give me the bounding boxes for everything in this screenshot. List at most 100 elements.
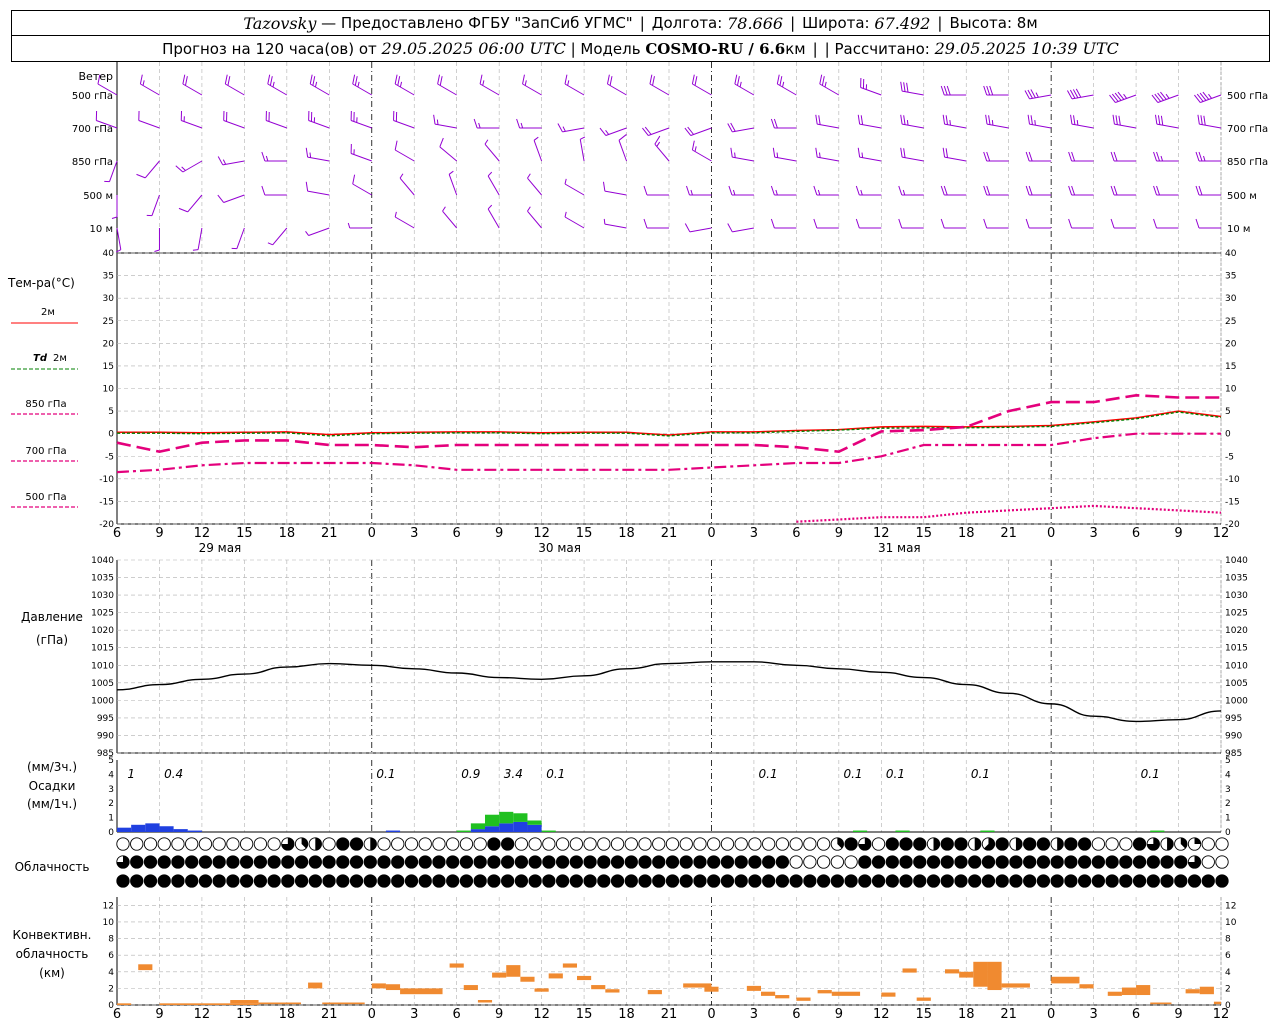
cloud-cover-symbol bbox=[816, 837, 831, 851]
barb-half-flag bbox=[478, 122, 481, 129]
cloud-cover-symbol bbox=[926, 874, 941, 888]
barb-staff bbox=[692, 149, 712, 162]
barb-flag bbox=[437, 74, 441, 85]
cloud-cover-symbol bbox=[1091, 837, 1106, 851]
cloud-fill bbox=[556, 874, 569, 888]
barb-staff bbox=[1156, 123, 1179, 129]
cloud-circle bbox=[473, 837, 487, 851]
wind-barb bbox=[182, 74, 203, 96]
temp-tick-label: 35 bbox=[103, 272, 114, 282]
x-tick-label: 3 bbox=[410, 526, 418, 541]
wind-barb bbox=[900, 147, 924, 162]
barb-flag bbox=[815, 147, 818, 158]
pressure-unit: (гПа) bbox=[36, 633, 68, 647]
cloud-fill bbox=[556, 855, 569, 869]
wind-barb bbox=[522, 74, 542, 96]
wind-barb bbox=[983, 85, 1009, 96]
cloud-cover-symbol bbox=[157, 837, 171, 851]
wind-barb bbox=[770, 218, 797, 229]
barb-staff bbox=[182, 160, 203, 173]
barb-flag bbox=[946, 85, 951, 96]
cloud-fill bbox=[1194, 837, 1201, 844]
barb-flag bbox=[776, 74, 780, 85]
cloud-cover-symbol bbox=[294, 855, 309, 869]
barb-flag bbox=[770, 118, 775, 129]
precip-bar-snow bbox=[456, 830, 471, 832]
temp-tick-label-right: -5 bbox=[1225, 452, 1234, 462]
barb-staff bbox=[197, 227, 203, 250]
cloud-cover-symbol bbox=[239, 874, 254, 888]
precip-amount-label: 0.4 bbox=[164, 767, 183, 781]
wind-barb bbox=[394, 140, 415, 162]
cloud-circle bbox=[528, 837, 542, 851]
barb-half-flag bbox=[272, 81, 275, 88]
cloud-fill bbox=[322, 855, 336, 869]
wind-barb bbox=[649, 74, 670, 96]
conv-cloud-bar bbox=[605, 989, 620, 993]
wind-barb bbox=[217, 156, 245, 166]
conv-title-2: облачность bbox=[16, 947, 89, 961]
wind-barb bbox=[898, 185, 924, 196]
wind-barb bbox=[1195, 151, 1221, 162]
pressure-tick-label: 1000 bbox=[91, 696, 114, 706]
x-tick-label-bottom: 3 bbox=[750, 1007, 758, 1022]
barb-staff bbox=[350, 153, 372, 162]
conv-cloud-bar bbox=[1121, 987, 1137, 996]
cloud-circle bbox=[597, 837, 611, 851]
barb-staff bbox=[266, 120, 288, 129]
wind-barb bbox=[350, 110, 372, 129]
cloud-fill bbox=[226, 855, 240, 869]
barb-staff bbox=[307, 190, 330, 196]
wind-barb bbox=[442, 206, 458, 229]
cloud-fill bbox=[899, 855, 913, 869]
pressure-panel: 985 985990 990995 9951000 10001005 10051010 10… bbox=[91, 556, 1248, 759]
barb-flag bbox=[943, 185, 948, 196]
cloud-cover-symbol bbox=[1064, 837, 1078, 851]
cloud-circle bbox=[789, 855, 803, 869]
cloud-cover-symbol bbox=[418, 837, 432, 851]
wind-barb bbox=[1068, 151, 1094, 162]
conv-cloud-bar bbox=[881, 992, 896, 997]
cloud-circle bbox=[1119, 837, 1133, 851]
cloud-circle bbox=[624, 837, 638, 851]
cloud-cover-symbol bbox=[1050, 855, 1064, 869]
barb-flag bbox=[1068, 185, 1073, 196]
wind-barb bbox=[1112, 114, 1137, 129]
wind-barb bbox=[399, 173, 415, 196]
barb-flag bbox=[599, 127, 607, 136]
cloud-cover-symbol bbox=[597, 874, 611, 888]
cloud-fill bbox=[432, 855, 446, 869]
wind-barb bbox=[217, 194, 245, 203]
cloud-fill bbox=[570, 874, 583, 888]
barb-flag bbox=[1197, 114, 1200, 125]
temp-tick-label-right: 20 bbox=[1225, 339, 1237, 349]
cloud-cover-symbol bbox=[995, 874, 1009, 888]
cloud-cover-symbol bbox=[116, 837, 130, 851]
wind-barb bbox=[819, 74, 840, 96]
cloud-cover-symbol bbox=[844, 837, 858, 851]
barb-staff bbox=[522, 83, 542, 96]
cloud-cover-symbol bbox=[500, 855, 515, 869]
cloud-cover-symbol bbox=[762, 837, 776, 851]
barb-half-flag bbox=[906, 119, 909, 126]
conv-cloud-bar bbox=[477, 1000, 493, 1003]
cloud-fill bbox=[501, 837, 514, 851]
wind-barb bbox=[224, 74, 245, 96]
barb-staff bbox=[394, 83, 415, 96]
cloud-fill bbox=[199, 855, 212, 869]
barb-flag bbox=[267, 74, 271, 85]
barb-half-flag bbox=[265, 155, 269, 162]
cloud-fill bbox=[803, 874, 817, 888]
precip-bar-rain bbox=[173, 829, 188, 832]
cloud-cover-symbol bbox=[1132, 855, 1147, 869]
cloud-fill bbox=[515, 855, 528, 869]
wind-barb bbox=[261, 185, 287, 196]
temp-tick-label: 5 bbox=[108, 407, 114, 417]
x-tick-label-bottom: 21 bbox=[1000, 1007, 1017, 1022]
cloud-cover-symbol bbox=[239, 855, 254, 869]
cloud-fill bbox=[1023, 837, 1036, 851]
cloud-cover-symbol bbox=[1146, 874, 1160, 888]
precip-tick-label: 1 bbox=[108, 814, 114, 824]
cloud-fill bbox=[460, 874, 473, 888]
cloud-cover-symbol bbox=[514, 874, 529, 888]
